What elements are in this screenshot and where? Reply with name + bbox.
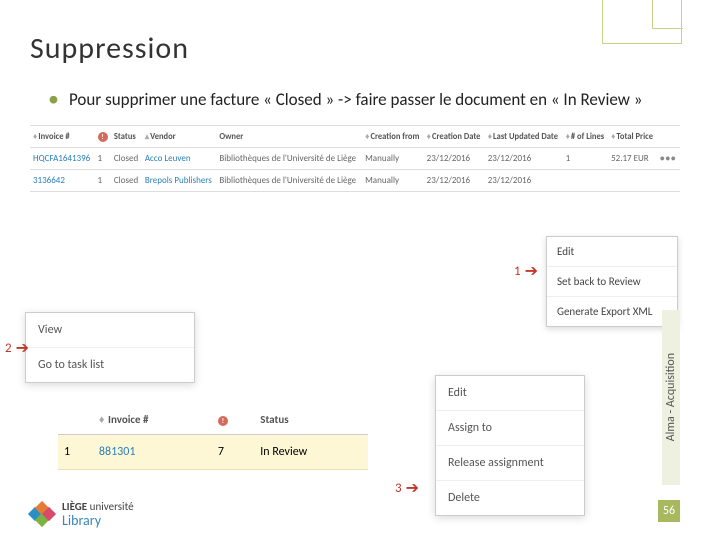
menu-item-assign-to[interactable]: Assign to — [436, 411, 584, 446]
menu-item-delete[interactable]: Delete — [436, 481, 584, 515]
page-title: Suppression — [30, 30, 680, 67]
table-row: 1 881301 7 In Review — [58, 435, 368, 470]
page-number: 56 — [658, 500, 680, 522]
callout-marker-1: 1 ➔ — [514, 261, 538, 281]
menu-item-view[interactable]: View — [26, 313, 194, 348]
col-owner: Owner — [216, 126, 362, 148]
row-actions-menu-2: Edit Assign to Release assignment Delete — [435, 375, 585, 516]
callout-marker-2: 2 ➔ — [5, 338, 29, 358]
col-blank — [58, 405, 93, 435]
sort-icon: ♦ — [488, 132, 492, 142]
sort-icon: ♦ — [427, 132, 431, 142]
footer-logo: LIÈGE université Library — [30, 501, 134, 528]
logo-text: LIÈGE université Library — [62, 501, 134, 528]
col-creation-date[interactable]: ♦Creation Date — [424, 126, 485, 148]
sort-icon: ♦ — [99, 413, 105, 426]
arrow-right-icon: ➔ — [525, 261, 538, 281]
sort-icon: ♦ — [33, 132, 37, 142]
sidebar-label: Alma - Acquisition — [662, 310, 680, 485]
col-updated[interactable]: ♦Last Updated Date — [485, 126, 563, 148]
menu-item-release-assignment[interactable]: Release assignment — [436, 446, 584, 481]
callout-marker-3: 3 ➔ — [395, 478, 419, 498]
vendor-link[interactable]: Acco Leuven — [145, 153, 191, 164]
decorative-corner — [602, 0, 682, 44]
table-row: 3136642 1 Closed Brepols Publishers Bibl… — [30, 170, 680, 192]
sort-icon: ▴ — [145, 132, 149, 142]
col-total[interactable]: ♦Total Price — [608, 126, 657, 148]
bullet-dot-icon: • — [48, 89, 59, 110]
bullet-text: Pour supprimer une facture « Closed » ->… — [69, 89, 642, 110]
row-actions-button[interactable]: ••• — [660, 153, 676, 164]
logo-icon — [30, 503, 54, 525]
review-table: ♦ Invoice # ! Status 1 881301 7 In Revie… — [58, 405, 368, 470]
col-invoice[interactable]: ♦Invoice # — [30, 126, 95, 148]
alert-icon: ! — [218, 416, 228, 426]
col-lines[interactable]: ♦# of Lines — [563, 126, 609, 148]
arrow-right-icon: ➔ — [406, 478, 419, 498]
menu-item-generate-export-xml[interactable]: Generate Export XML — [547, 297, 677, 326]
vendor-link[interactable]: Brepols Publishers — [145, 175, 212, 186]
menu-item-edit[interactable]: Edit — [547, 237, 677, 267]
sort-icon: ♦ — [566, 132, 570, 142]
invoice-link[interactable]: HQCFA1641396 — [33, 153, 90, 164]
invoices-table: ♦Invoice # ! Status ▴Vendor Owner ♦Creat… — [30, 125, 680, 192]
menu-item-set-back-review[interactable]: Set back to Review — [547, 267, 677, 297]
sort-icon: ♦ — [365, 132, 369, 142]
invoice-link[interactable]: 3136642 — [33, 175, 65, 186]
col-actions — [657, 126, 680, 148]
menu-item-edit[interactable]: Edit — [436, 376, 584, 411]
col-status[interactable]: Status — [254, 405, 368, 435]
alert-icon: ! — [98, 132, 108, 142]
menu-item-go-to-task-list[interactable]: Go to task list — [26, 348, 194, 382]
col-status[interactable]: Status — [111, 126, 142, 148]
sort-icon: ♦ — [611, 132, 615, 142]
col-vendor[interactable]: ▴Vendor — [142, 126, 216, 148]
invoice-link[interactable]: 881301 — [99, 445, 136, 459]
col-invoice[interactable]: ♦ Invoice # — [93, 405, 212, 435]
col-alert: ! — [212, 405, 254, 435]
col-creation-from[interactable]: ♦Creation from — [362, 126, 424, 148]
col-alert: ! — [95, 126, 111, 148]
bullet-item: • Pour supprimer une facture « Closed » … — [48, 89, 680, 110]
row-actions-menu: Edit Set back to Review Generate Export … — [546, 236, 678, 327]
table-row: HQCFA1641396 1 Closed Acco Leuven Biblio… — [30, 148, 680, 170]
arrow-right-icon: ➔ — [16, 338, 29, 358]
context-panel: View Go to task list — [25, 312, 195, 383]
